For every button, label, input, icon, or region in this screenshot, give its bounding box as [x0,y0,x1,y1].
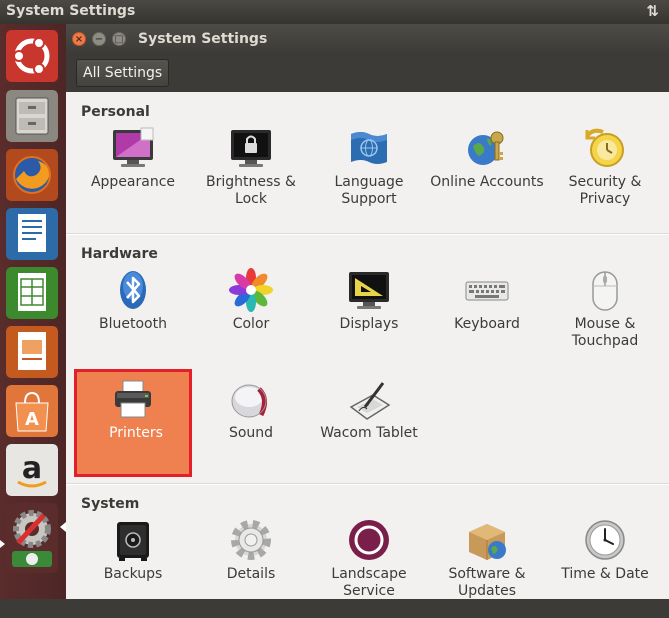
libreoffice-impress-icon[interactable] [6,326,58,378]
shopping-bag-icon[interactable]: A [6,385,58,437]
landscape-service-label: Landscape Service [331,566,407,599]
displays-monitor-icon [347,268,391,312]
wacom-tablet-label: Wacom Tablet [320,425,418,441]
speaker-icon [229,377,273,421]
displays-label: Displays [339,316,399,332]
maximize-button[interactable]: □ [112,32,126,46]
bluetooth-label: Bluetooth [99,316,167,332]
online-accounts-item[interactable]: Online Accounts [428,118,546,226]
svg-text:A: A [25,409,39,430]
color-item[interactable]: Color [192,260,310,368]
ubuntu-logo-icon[interactable] [6,30,58,82]
bluetooth-icon [111,268,155,312]
top-panel-title: System Settings [6,3,136,19]
appearance-monitor-icon [111,126,155,170]
keyboard-item[interactable]: Keyboard [428,260,546,368]
backups-label: Backups [103,566,163,582]
displays-item[interactable]: Displays [310,260,428,368]
security-privacy-item[interactable]: Security & Privacy [546,118,664,226]
backup-safe-icon [111,518,155,562]
appearance-item[interactable]: Appearance [74,118,192,226]
landscape-service-item[interactable]: Landscape Service [310,510,428,618]
firefox-icon[interactable] [6,149,58,201]
printer-icon [111,377,155,421]
clock-icon [583,518,627,562]
details-item[interactable]: Details [192,510,310,618]
wacom-tablet-item[interactable]: Wacom Tablet [310,369,428,477]
online-accounts-globe-icon [465,126,509,170]
top-panel: System Settings ⇅ [0,0,669,24]
mouse-touchpad-item[interactable]: Mouse & Touchpad [546,260,664,368]
software-updates-label: Software & Updates [448,566,526,599]
libreoffice-calc-icon[interactable] [6,267,58,319]
details-gear-icon [229,518,273,562]
online-accounts-label: Online Accounts [430,174,544,190]
security-clock-icon [583,126,627,170]
all-settings-button[interactable]: All Settings [76,59,170,87]
brightness-lock-item[interactable]: Brightness & Lock [192,118,310,226]
wacom-tablet-icon [347,377,391,421]
language-support-item[interactable]: Language Support [310,118,428,226]
security-privacy-label: Security & Privacy [568,174,642,207]
amazon-icon[interactable]: a [6,444,58,496]
printers-label: Printers [109,425,163,441]
network-updown-icon[interactable]: ⇅ [646,2,659,20]
printers-item[interactable]: Printers [74,369,192,477]
brightness-lock-label: Brightness & Lock [206,174,296,207]
settings-gear-icon[interactable] [6,503,58,573]
language-flag-icon [347,126,391,170]
mouse-touchpad-label: Mouse & Touchpad [571,316,639,349]
landscape-circle-icon [347,518,391,562]
details-label: Details [226,566,276,582]
file-cabinet-icon[interactable] [6,90,58,142]
bluetooth-item[interactable]: Bluetooth [74,260,192,368]
appearance-label: Appearance [90,174,176,190]
settings-content: Personal Appearance Brightness & Lock La… [66,92,669,599]
software-updates-item[interactable]: Software & Updates [428,510,546,618]
brightness-lock-icon [229,126,273,170]
section-separator [66,483,669,485]
time-date-label: Time & Date [561,566,649,582]
sound-item[interactable]: Sound [192,369,310,477]
sound-label: Sound [228,425,274,441]
color-label: Color [232,316,270,332]
toolbar: All Settings [66,54,669,92]
keyboard-icon [465,268,509,312]
running-app-indicator [0,540,5,548]
backups-item[interactable]: Backups [74,510,192,618]
keyboard-label: Keyboard [454,316,520,332]
window-title: System Settings [138,31,268,47]
time-date-item[interactable]: Time & Date [546,510,664,618]
window-titlebar[interactable]: × − □ System Settings [66,24,669,54]
system-settings-window: × − □ System Settings All Settings Perso… [66,24,669,599]
svg-text:a: a [22,451,42,486]
libreoffice-writer-icon[interactable] [6,208,58,260]
software-box-icon [465,518,509,562]
language-support-label: Language Support [334,174,404,207]
mouse-icon [583,268,627,312]
launcher: A a [0,24,66,599]
color-flower-icon [229,268,273,312]
minimize-button[interactable]: − [92,32,106,46]
close-button[interactable]: × [72,32,86,46]
section-separator [66,233,669,235]
